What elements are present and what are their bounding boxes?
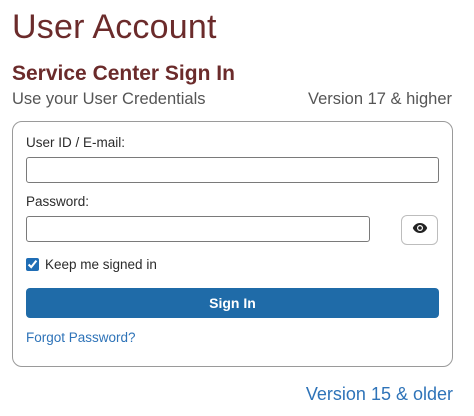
sign-in-button[interactable]: Sign In: [26, 288, 439, 318]
keep-signed-in-label: Keep me signed in: [45, 257, 157, 272]
version-older-link[interactable]: Version 15 & older: [306, 384, 453, 405]
show-password-button[interactable]: [401, 215, 438, 245]
credentials-subtitle: Use your User Credentials: [12, 90, 206, 108]
keep-signed-in-checkbox[interactable]: [26, 258, 39, 271]
password-input[interactable]: [26, 216, 370, 242]
subtitle-row: Use your User Credentials Version 17 & h…: [12, 90, 452, 109]
page-title: User Account: [12, 8, 217, 46]
section-title: Service Center Sign In: [12, 62, 235, 85]
eye-icon: [412, 221, 428, 239]
forgot-password-link[interactable]: Forgot Password?: [26, 330, 136, 345]
keep-signed-in-option[interactable]: Keep me signed in: [26, 257, 157, 272]
password-label: Password:: [26, 194, 90, 209]
version-current-label: Version 17 & higher: [307, 90, 452, 108]
user-id-label: User ID / E-mail:: [26, 135, 126, 150]
user-id-input[interactable]: [26, 157, 439, 183]
sign-in-card: User ID / E-mail: Password: Keep me sign…: [12, 121, 453, 367]
